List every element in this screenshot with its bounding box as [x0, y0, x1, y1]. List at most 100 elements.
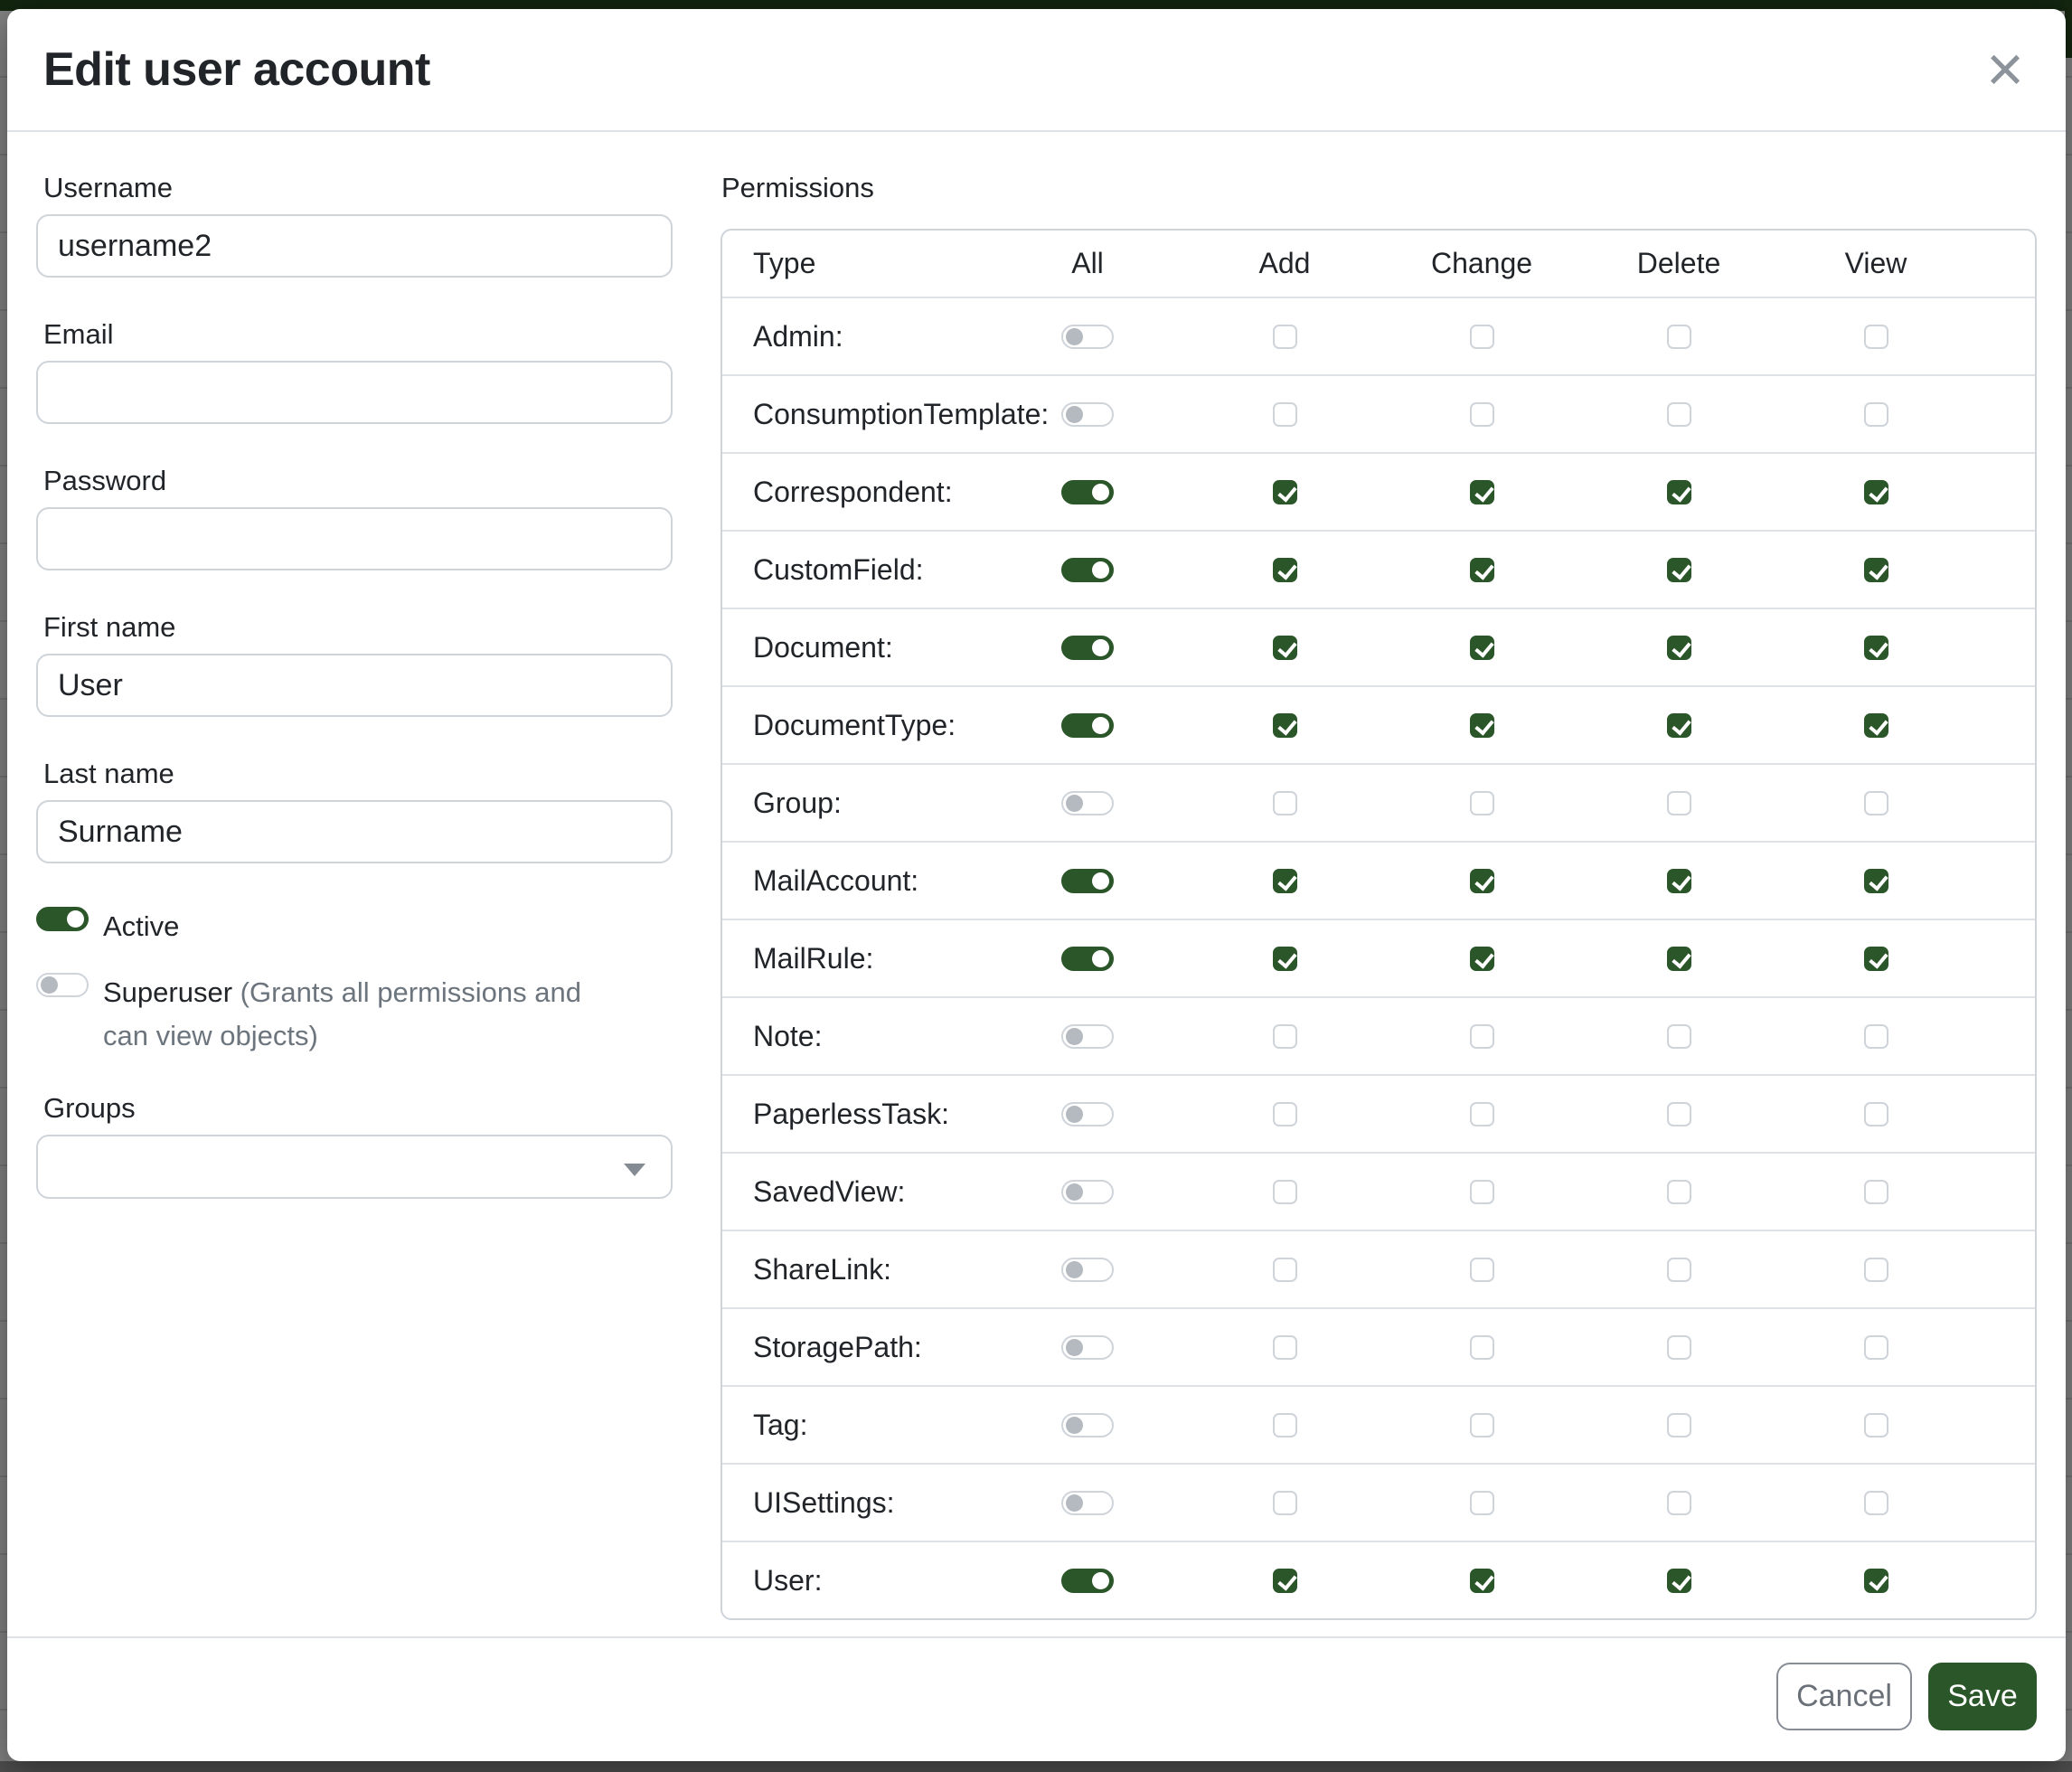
permission-add-checkbox[interactable] [1273, 869, 1297, 893]
permission-all-toggle[interactable] [1061, 1569, 1114, 1593]
permission-view-checkbox[interactable] [1864, 325, 1888, 349]
permission-add-checkbox[interactable] [1273, 636, 1297, 660]
permission-view-checkbox[interactable] [1864, 1102, 1888, 1126]
permission-all-toggle[interactable] [1061, 1335, 1114, 1360]
superuser-toggle[interactable] [36, 973, 89, 997]
close-icon[interactable]: × [1981, 37, 2030, 102]
permission-change-checkbox[interactable] [1470, 1102, 1494, 1126]
permission-delete-checkbox[interactable] [1667, 402, 1691, 427]
permission-add-checkbox[interactable] [1273, 1491, 1297, 1515]
permission-delete-checkbox[interactable] [1667, 1569, 1691, 1593]
permission-change-checkbox[interactable] [1470, 325, 1494, 349]
permission-delete-checkbox[interactable] [1667, 791, 1691, 815]
permission-add-checkbox[interactable] [1273, 947, 1297, 971]
permission-all-toggle[interactable] [1061, 402, 1114, 427]
permission-add-checkbox[interactable] [1273, 1335, 1297, 1360]
permission-delete-checkbox[interactable] [1667, 947, 1691, 971]
permission-change-checkbox[interactable] [1470, 636, 1494, 660]
permission-view-checkbox[interactable] [1864, 1024, 1888, 1049]
permission-change-checkbox[interactable] [1470, 1491, 1494, 1515]
permission-delete-checkbox[interactable] [1667, 1180, 1691, 1204]
permission-add-checkbox[interactable] [1273, 1569, 1297, 1593]
permission-view-checkbox[interactable] [1864, 1258, 1888, 1282]
save-button[interactable]: Save [1928, 1663, 2037, 1730]
permission-change-checkbox[interactable] [1470, 480, 1494, 504]
permission-view-checkbox[interactable] [1864, 869, 1888, 893]
password-field[interactable] [36, 507, 673, 570]
permission-add-checkbox[interactable] [1273, 713, 1297, 738]
permission-row: Tag: [722, 1385, 2035, 1463]
permission-delete-checkbox[interactable] [1667, 1024, 1691, 1049]
permission-view-checkbox[interactable] [1864, 713, 1888, 738]
permission-change-checkbox[interactable] [1470, 1024, 1494, 1049]
permission-add-checkbox[interactable] [1273, 325, 1297, 349]
permission-change-checkbox[interactable] [1470, 869, 1494, 893]
permission-add-checkbox[interactable] [1273, 791, 1297, 815]
permission-all-toggle[interactable] [1061, 1258, 1114, 1282]
permission-view-checkbox[interactable] [1864, 1569, 1888, 1593]
permission-delete-checkbox[interactable] [1667, 1335, 1691, 1360]
permission-all-toggle[interactable] [1061, 636, 1114, 660]
permission-all-toggle[interactable] [1061, 791, 1114, 815]
permission-add-checkbox[interactable] [1273, 558, 1297, 582]
active-toggle[interactable] [36, 907, 89, 931]
permission-delete-checkbox[interactable] [1667, 1491, 1691, 1515]
permission-add-checkbox[interactable] [1273, 1102, 1297, 1126]
permission-change-checkbox[interactable] [1470, 947, 1494, 971]
groups-select[interactable] [36, 1135, 673, 1199]
last-name-field[interactable] [36, 800, 673, 863]
permission-view-checkbox[interactable] [1864, 558, 1888, 582]
first-name-field[interactable] [36, 654, 673, 717]
permission-view-checkbox[interactable] [1864, 636, 1888, 660]
permission-all-toggle[interactable] [1061, 325, 1114, 349]
permission-add-checkbox[interactable] [1273, 1180, 1297, 1204]
permission-delete-checkbox[interactable] [1667, 480, 1691, 504]
email-field[interactable] [36, 361, 673, 424]
first-name-group: First name [36, 611, 673, 717]
permission-all-toggle[interactable] [1061, 1413, 1114, 1437]
permission-view-checkbox[interactable] [1864, 1335, 1888, 1360]
permission-delete-checkbox[interactable] [1667, 1102, 1691, 1126]
permission-view-checkbox[interactable] [1864, 402, 1888, 427]
permission-all-toggle[interactable] [1061, 1024, 1114, 1049]
permission-view-checkbox[interactable] [1864, 1413, 1888, 1437]
permission-add-checkbox[interactable] [1273, 480, 1297, 504]
permission-change-checkbox[interactable] [1470, 1180, 1494, 1204]
permission-view-checkbox[interactable] [1864, 791, 1888, 815]
permission-add-checkbox[interactable] [1273, 402, 1297, 427]
permission-all-toggle[interactable] [1061, 1102, 1114, 1126]
permission-delete-checkbox[interactable] [1667, 636, 1691, 660]
permission-delete-checkbox[interactable] [1667, 325, 1691, 349]
username-input[interactable] [36, 214, 673, 278]
permission-delete-checkbox[interactable] [1667, 558, 1691, 582]
permission-view-checkbox[interactable] [1864, 1491, 1888, 1515]
permission-change-checkbox[interactable] [1470, 791, 1494, 815]
permission-view-checkbox[interactable] [1864, 947, 1888, 971]
permission-delete-checkbox[interactable] [1667, 1258, 1691, 1282]
permission-all-toggle[interactable] [1061, 1180, 1114, 1204]
permission-view-checkbox[interactable] [1864, 480, 1888, 504]
permission-delete-checkbox[interactable] [1667, 869, 1691, 893]
permission-change-checkbox[interactable] [1470, 713, 1494, 738]
permission-change-checkbox[interactable] [1470, 558, 1494, 582]
permission-change-checkbox[interactable] [1470, 1413, 1494, 1437]
permission-view-checkbox[interactable] [1864, 1180, 1888, 1204]
permission-all-toggle[interactable] [1061, 480, 1114, 504]
permission-change-checkbox[interactable] [1470, 1569, 1494, 1593]
cancel-button[interactable]: Cancel [1776, 1663, 1912, 1730]
permission-all-toggle[interactable] [1061, 869, 1114, 893]
permission-change-checkbox[interactable] [1470, 1258, 1494, 1282]
permission-add-checkbox[interactable] [1273, 1258, 1297, 1282]
active-label: Active [103, 905, 179, 948]
permission-add-checkbox[interactable] [1273, 1413, 1297, 1437]
permission-type-label: MailRule: [722, 942, 989, 976]
permission-all-toggle[interactable] [1061, 713, 1114, 738]
permission-change-checkbox[interactable] [1470, 1335, 1494, 1360]
permission-add-checkbox[interactable] [1273, 1024, 1297, 1049]
permission-change-checkbox[interactable] [1470, 402, 1494, 427]
permission-delete-checkbox[interactable] [1667, 1413, 1691, 1437]
permission-all-toggle[interactable] [1061, 947, 1114, 971]
permission-all-toggle[interactable] [1061, 558, 1114, 582]
permission-all-toggle[interactable] [1061, 1491, 1114, 1515]
permission-delete-checkbox[interactable] [1667, 713, 1691, 738]
